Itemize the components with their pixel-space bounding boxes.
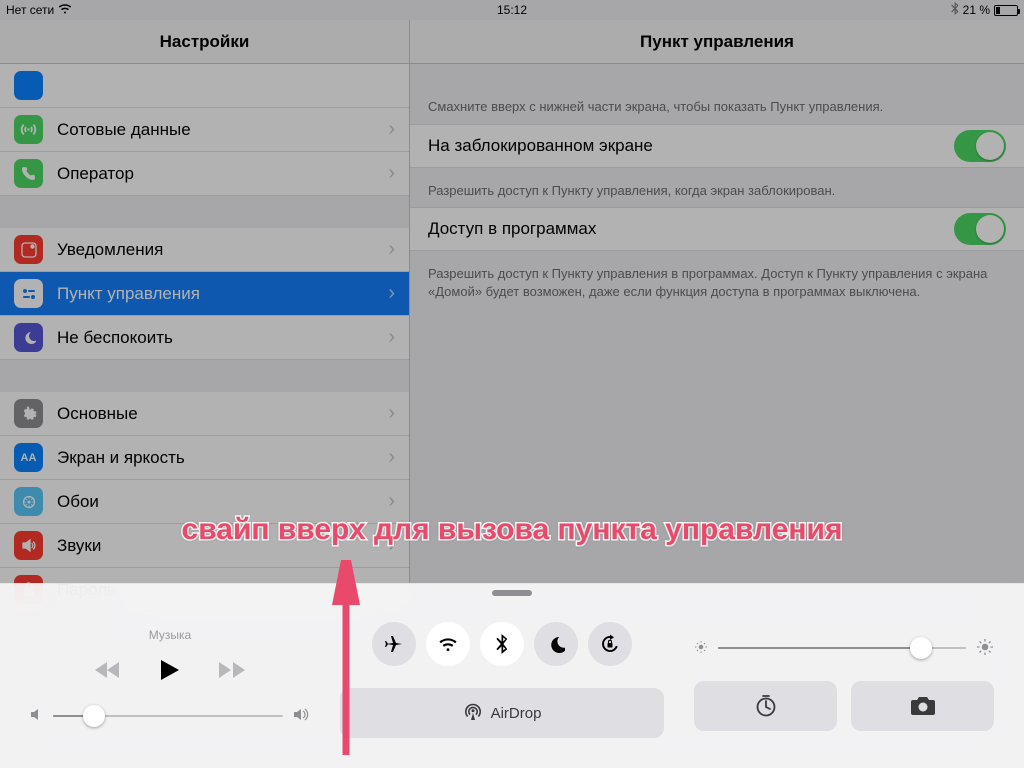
airdrop-icon (463, 702, 483, 724)
next-track-button[interactable] (219, 661, 245, 685)
dnd-toggle[interactable] (534, 622, 578, 666)
volume-slider-row (30, 708, 310, 724)
toggle-controls: AirDrop (340, 602, 664, 750)
annotation-text: свайп вверх для вызова пункта управления (0, 513, 1024, 547)
volume-high-icon (293, 708, 310, 724)
camera-button[interactable] (851, 681, 994, 731)
control-center[interactable]: Музыка (0, 583, 1024, 768)
previous-track-button[interactable] (95, 661, 121, 685)
right-controls (694, 602, 994, 750)
wifi-toggle[interactable] (426, 622, 470, 666)
media-controls: Музыка (30, 602, 310, 750)
volume-low-icon (30, 708, 43, 724)
brightness-low-icon (694, 640, 708, 657)
play-button[interactable] (161, 660, 179, 686)
airdrop-label: AirDrop (491, 705, 542, 722)
airdrop-button[interactable]: AirDrop (340, 688, 664, 738)
orientation-lock-toggle[interactable] (588, 622, 632, 666)
brightness-high-icon (976, 638, 994, 659)
timer-button[interactable] (694, 681, 837, 731)
brightness-slider[interactable] (718, 647, 966, 649)
music-label: Музыка (30, 628, 310, 642)
annotation-arrow (326, 560, 366, 760)
brightness-slider-row (694, 638, 994, 659)
airplane-toggle[interactable] (372, 622, 416, 666)
volume-slider[interactable] (53, 715, 283, 717)
bluetooth-toggle[interactable] (480, 622, 524, 666)
grabber-handle[interactable] (492, 590, 532, 596)
